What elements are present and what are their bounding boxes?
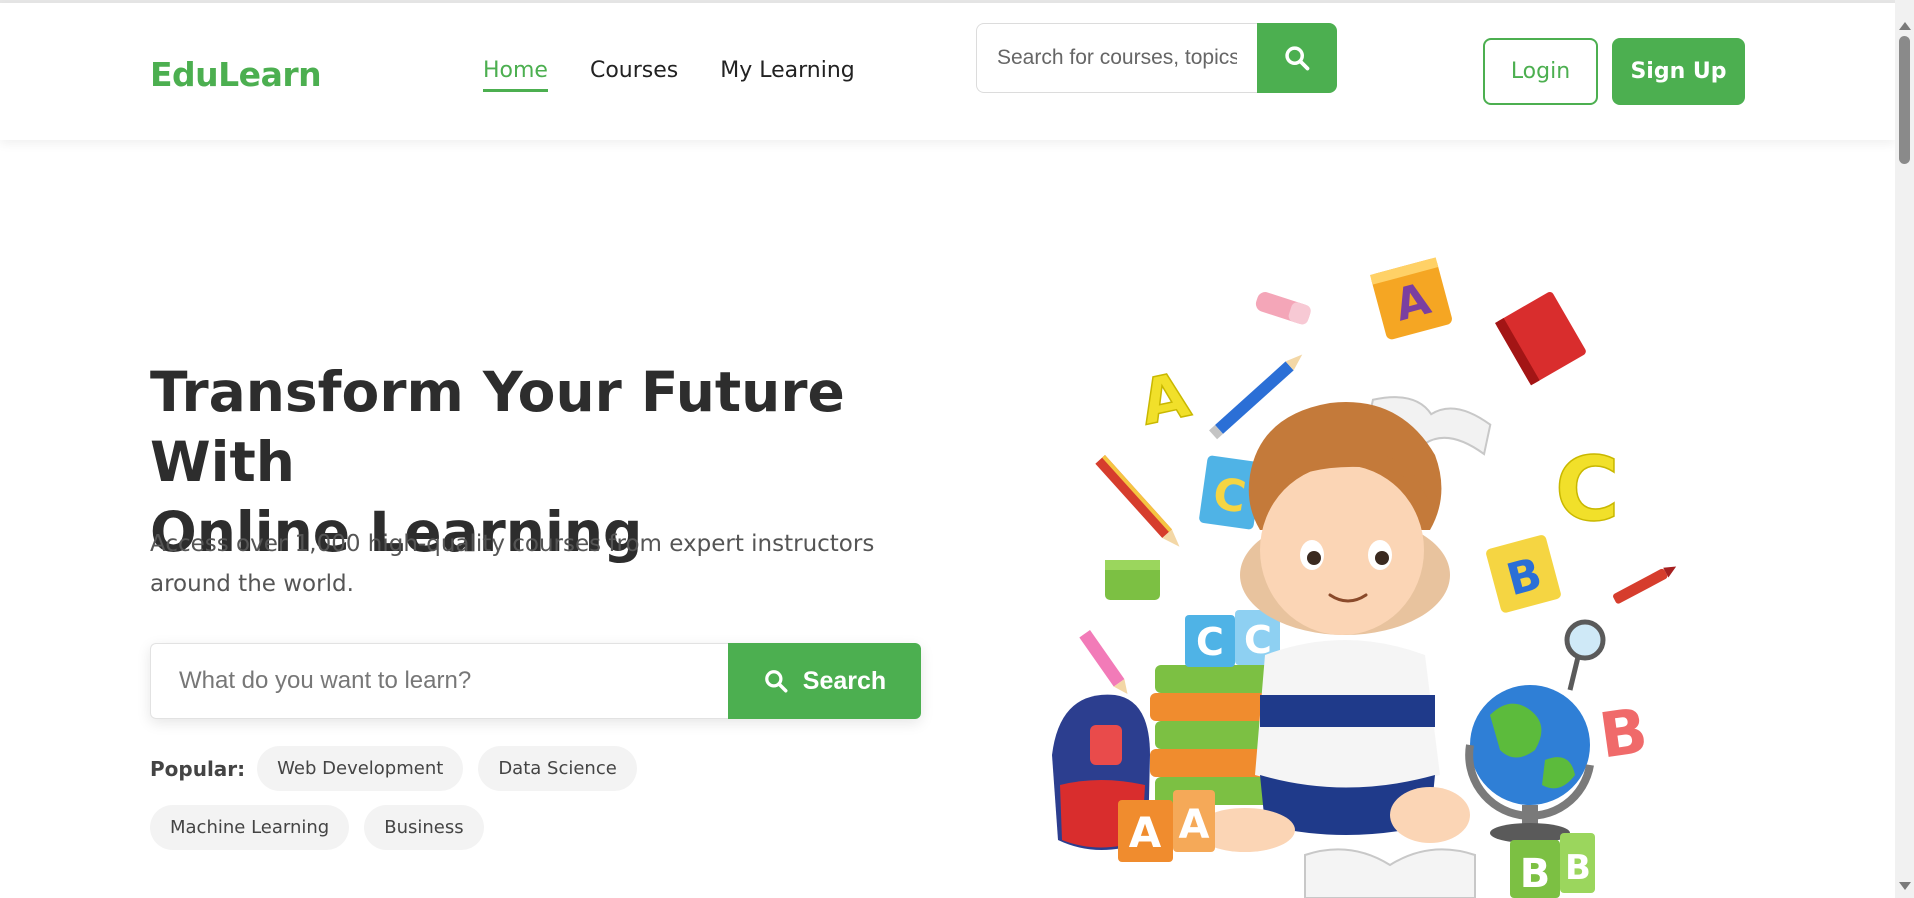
nav-home[interactable]: Home [483,58,548,92]
popular-label: Popular: [150,756,246,781]
header-search-button[interactable] [1257,23,1337,93]
hero-search-button-label: Search [802,666,887,695]
scroll-down-arrow-icon[interactable] [1899,882,1911,890]
navbar: EduLearn Home Courses My Learning Login … [0,3,1895,140]
hero-subtitle: Access over 1,000 high-quality courses f… [150,531,875,597]
scroll-up-arrow-icon[interactable] [1899,22,1911,30]
pencil-icon [1079,630,1128,695]
pencil-icon [1095,455,1180,547]
sharpener-icon [1105,560,1160,600]
nav-courses[interactable]: Courses [590,58,678,92]
hero-search-input[interactable] [150,643,728,719]
open-book-icon [1304,848,1476,898]
svg-text:C: C [1196,620,1224,664]
popular-tags: Popular: Web Development Data Science Ma… [150,746,850,850]
nav-my-learning[interactable]: My Learning [720,58,855,92]
letter-c-icon: C [1554,437,1620,542]
popular-tag[interactable]: Business [364,805,484,850]
svg-text:B: B [1595,694,1652,773]
popular-tag[interactable]: Machine Learning [150,805,350,850]
popular-tag[interactable]: Data Science [478,746,637,791]
svg-text:C: C [1555,438,1620,541]
letter-block-b-icon: B [1486,535,1561,613]
globe-icon [1465,619,1606,843]
brand-logo[interactable]: EduLearn [150,55,322,94]
letter-a-icon: A [1133,357,1197,440]
eraser-icon [1255,292,1311,325]
crayon-icon [1613,566,1677,604]
hero-search: Search [150,643,921,719]
header-search-input[interactable] [976,23,1257,93]
svg-text:A: A [1134,358,1196,439]
hero-title-line-1: Transform Your Future With [150,360,845,494]
scrollbar-thumb[interactable] [1899,36,1910,164]
svg-text:A: A [1129,808,1162,857]
header-search [976,23,1337,93]
svg-text:B: B [1520,851,1551,897]
letter-blocks-aa-icon: A A [1118,790,1215,862]
main-nav: Home Courses My Learning [483,58,897,92]
search-icon [764,670,788,693]
hero-illustration: A A C C B C C B A A B B [1052,257,1677,898]
page-scrollbar[interactable] [1895,0,1914,898]
signup-button[interactable]: Sign Up [1612,38,1745,105]
letter-blocks-bb-icon: B B [1510,833,1595,898]
search-icon [1285,46,1310,71]
hero-search-button[interactable]: Search [728,643,921,719]
letter-b-icon: B [1595,694,1652,773]
book-icon [1495,291,1586,386]
svg-text:A: A [1179,802,1210,848]
letter-block-a-icon: A [1370,257,1452,340]
login-button[interactable]: Login [1483,38,1598,105]
svg-text:B: B [1565,848,1591,888]
popular-tag[interactable]: Web Development [257,746,464,791]
